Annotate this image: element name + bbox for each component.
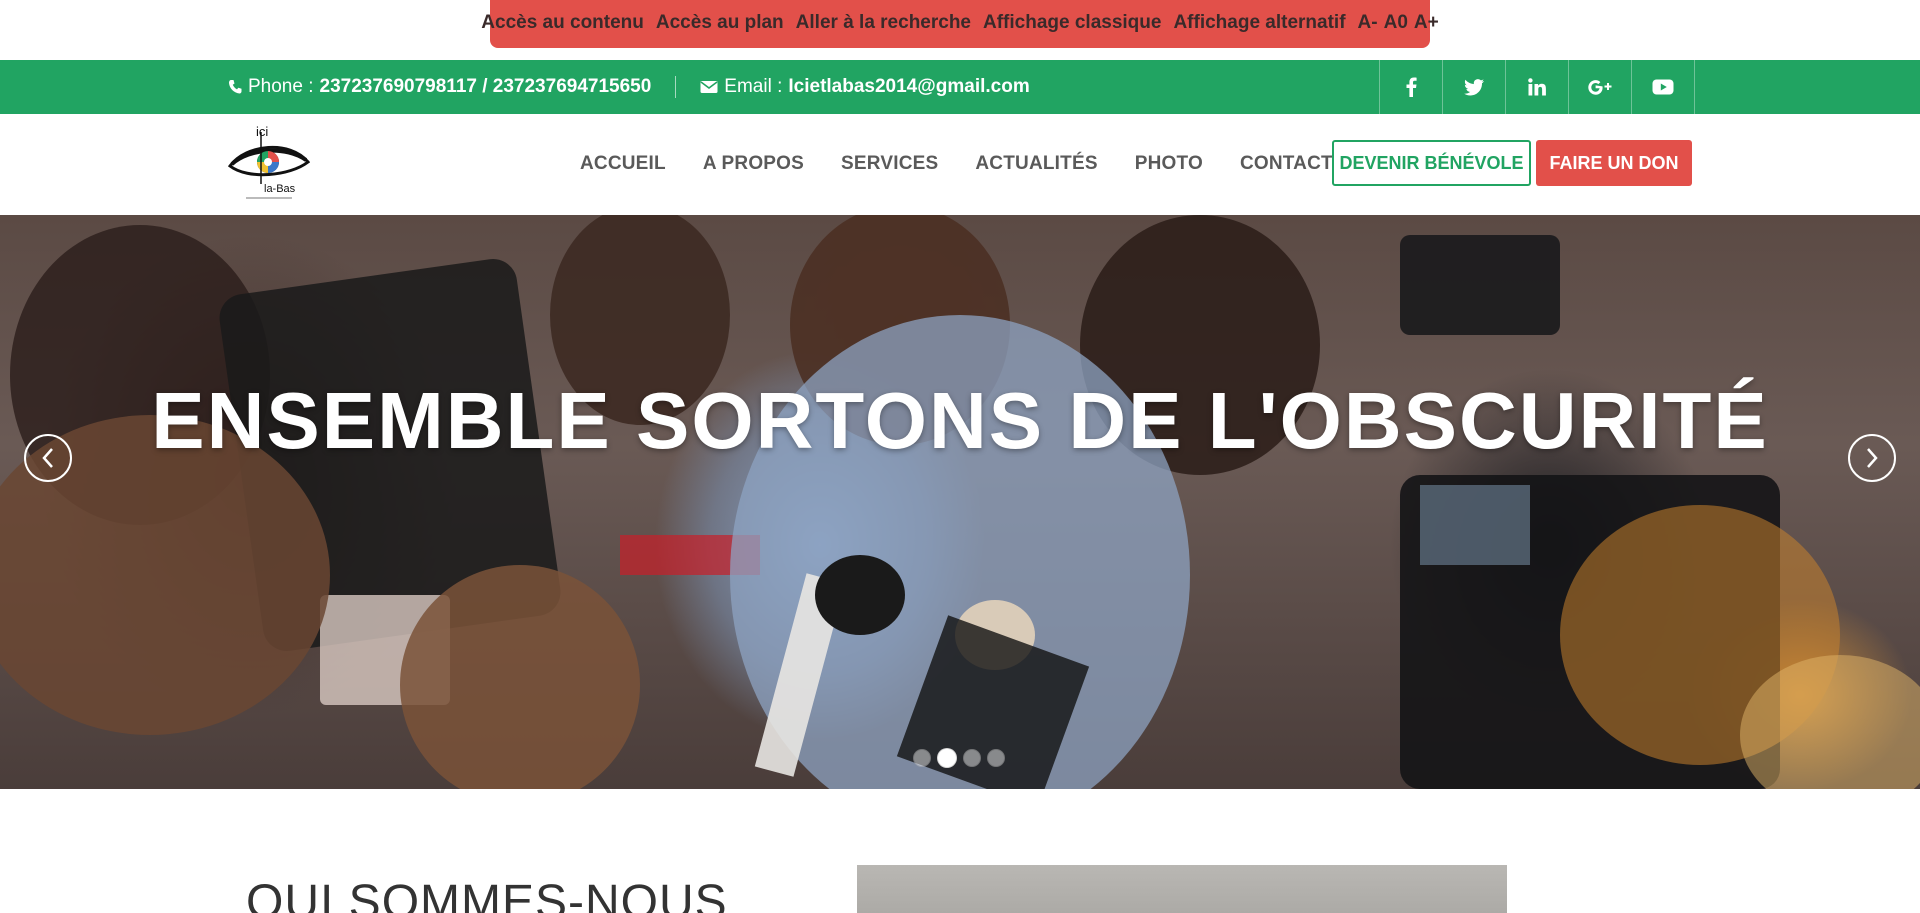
contact-info: Phone : 237237690798117 / 23723769471565… <box>228 60 1030 114</box>
font-size-controls: A- A0 A+ <box>1358 12 1439 34</box>
email-value[interactable]: Icietlabas2014@gmail.com <box>788 76 1029 98</box>
nav-item-photo[interactable]: PHOTO <box>1135 153 1203 175</box>
link-sitemap[interactable]: Accès au plan <box>656 12 784 34</box>
link-alternative-display[interactable]: Affichage alternatif <box>1173 12 1345 34</box>
font-size-increase[interactable]: A+ <box>1414 12 1439 34</box>
about-title: QUI SOMMES-NOUS <box>246 876 728 913</box>
slider-pagination <box>913 748 1005 768</box>
donate-button[interactable]: FAIRE UN DON <box>1536 140 1692 186</box>
about-section: QUI SOMMES-NOUS <box>0 789 1920 913</box>
phone-contact: Phone : 237237690798117 / 23723769471565… <box>228 76 651 98</box>
slider-next-button[interactable] <box>1848 434 1896 482</box>
link-classic-display[interactable]: Affichage classique <box>983 12 1161 34</box>
slider-prev-button[interactable] <box>24 434 72 482</box>
facebook-icon[interactable] <box>1380 60 1443 114</box>
volunteer-button[interactable]: DEVENIR BÉNÉVOLE <box>1332 140 1531 186</box>
link-go-to-search[interactable]: Aller à la recherche <box>796 12 971 34</box>
twitter-icon[interactable] <box>1443 60 1506 114</box>
phone-value[interactable]: 237237690798117 / 237237694715650 <box>320 76 652 98</box>
link-skip-to-content[interactable]: Accès au contenu <box>481 12 644 34</box>
youtube-icon[interactable] <box>1632 60 1695 114</box>
slider-dot-4[interactable] <box>987 749 1005 767</box>
nav-item-accueil[interactable]: ACCUEIL <box>580 153 666 175</box>
hero-title: ENSEMBLE SORTONS DE L'OBSCURITÉ <box>151 376 1769 465</box>
phone-label: Phone : <box>248 76 314 97</box>
slider-dot-3[interactable] <box>963 749 981 767</box>
chevron-left-icon <box>41 447 55 469</box>
font-size-reset[interactable]: A0 <box>1384 12 1408 34</box>
envelope-icon <box>700 80 718 94</box>
site-logo[interactable]: ici la-Bas <box>227 122 311 204</box>
nav-item-a-propos[interactable]: A PROPOS <box>703 153 804 175</box>
accessibility-bar: Accès au contenu Accès au plan Aller à l… <box>481 0 1439 48</box>
social-links <box>1379 60 1695 114</box>
slider-dot-2[interactable] <box>937 748 957 768</box>
email-label: Email : <box>724 76 783 97</box>
slider-dot-1[interactable] <box>913 749 931 767</box>
phone-icon <box>228 79 242 95</box>
hero-slider: ENSEMBLE SORTONS DE L'OBSCURITÉ <box>0 215 1920 789</box>
chevron-right-icon <box>1865 447 1879 469</box>
hero-background-image <box>0 215 1920 789</box>
about-image <box>857 865 1507 913</box>
nav-item-services[interactable]: SERVICES <box>841 153 938 175</box>
contact-divider <box>675 76 677 98</box>
font-size-decrease[interactable]: A- <box>1358 12 1378 34</box>
contact-topbar: Phone : 237237690798117 / 23723769471565… <box>0 60 1920 114</box>
google-plus-icon[interactable] <box>1569 60 1632 114</box>
main-nav: ACCUEIL A PROPOS SERVICES ACTUALITÉS PHO… <box>580 114 1365 214</box>
linkedin-icon[interactable] <box>1506 60 1569 114</box>
logo-text-top: ici <box>256 124 268 139</box>
email-contact: Email : Icietlabas2014@gmail.com <box>700 76 1030 98</box>
site-header: ici la-Bas ACCUEIL A PROPOS SERVICES ACT… <box>0 114 1920 214</box>
logo-text-bottom: la-Bas <box>264 183 296 195</box>
nav-item-actualites[interactable]: ACTUALITÉS <box>975 153 1097 175</box>
